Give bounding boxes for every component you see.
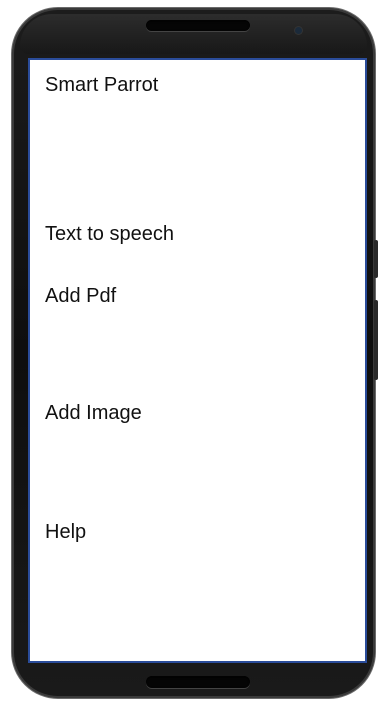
power-button[interactable] (374, 240, 378, 278)
volume-button[interactable] (374, 300, 378, 380)
front-camera-icon (295, 27, 302, 34)
device-stage: Smart Parrot Text to speech Add Pdf Add … (0, 0, 384, 702)
bottom-speaker (146, 676, 250, 688)
earpiece-speaker (146, 20, 250, 31)
menu-item-add-image[interactable]: Add Image (45, 402, 142, 425)
menu-item-help[interactable]: Help (45, 521, 86, 544)
menu-item-text-to-speech[interactable]: Text to speech (45, 223, 174, 246)
menu-item-add-pdf[interactable]: Add Pdf (45, 285, 116, 308)
app-screen: Smart Parrot Text to speech Add Pdf Add … (28, 58, 367, 663)
main-menu: Text to speech Add Pdf Add Image Help (30, 60, 365, 661)
